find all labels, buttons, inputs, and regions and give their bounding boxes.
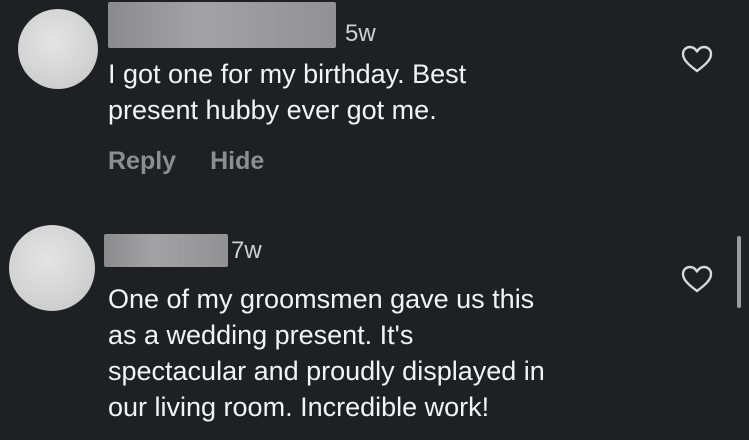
comment-text: I got one for my birthday. Best present … <box>108 59 467 125</box>
comment-actions: Reply Hide <box>108 147 264 176</box>
comment-timestamp: 7w <box>231 237 262 264</box>
heart-icon[interactable] <box>680 264 714 294</box>
comment-timestamp: 5w <box>345 20 376 47</box>
avatar[interactable] <box>9 225 95 311</box>
scrollbar[interactable] <box>737 236 741 308</box>
avatar[interactable] <box>18 9 98 89</box>
reply-button[interactable]: Reply <box>108 147 176 176</box>
hide-button[interactable]: Hide <box>210 147 264 176</box>
redacted-username <box>108 2 336 48</box>
redacted-username <box>104 234 228 267</box>
heart-icon[interactable] <box>680 44 714 74</box>
comment-text: One of my groomsmen gave us this as a we… <box>108 284 545 422</box>
